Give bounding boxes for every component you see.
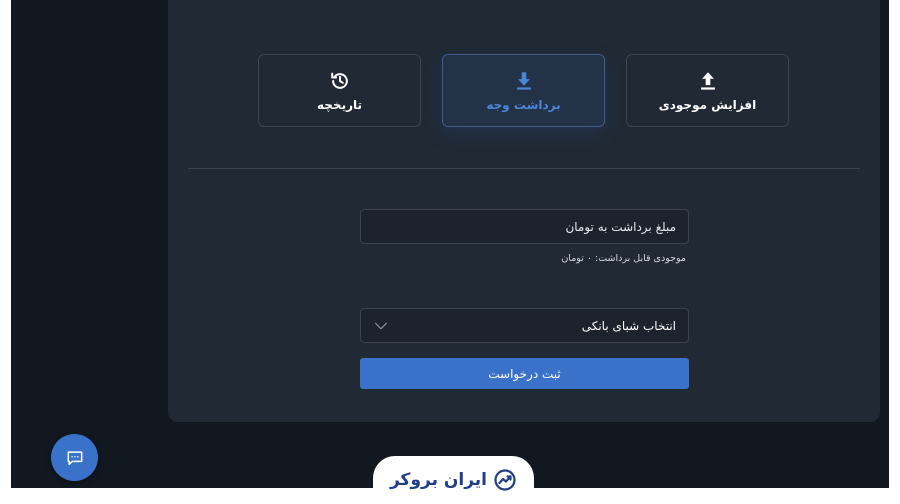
tab-history[interactable]: تاریخچه bbox=[258, 54, 421, 127]
tab-deposit[interactable]: افزایش موجودی bbox=[626, 54, 789, 127]
sheba-select[interactable]: انتخاب شبای بانکی bbox=[360, 308, 689, 343]
chevron-down-icon bbox=[375, 322, 387, 329]
wallet-card: تاریخچه برداشت وجه افزایش موجودی موجودی … bbox=[168, 0, 880, 422]
upload-icon bbox=[700, 71, 715, 90]
sheba-select-label: انتخاب شبای بانکی bbox=[581, 318, 676, 333]
amount-input[interactable] bbox=[361, 210, 688, 243]
trend-chart-icon bbox=[494, 469, 516, 491]
brand-name: ایران بروکر bbox=[389, 470, 488, 490]
amount-field[interactable] bbox=[360, 209, 689, 244]
app-page: تاریخچه برداشت وجه افزایش موجودی موجودی … bbox=[11, 0, 889, 488]
withdrawable-balance-hint: موجودی قابل برداشت: ۰ تومان bbox=[561, 253, 686, 264]
download-icon bbox=[516, 71, 531, 90]
tab-deposit-label: افزایش موجودی bbox=[658, 97, 757, 112]
brand-logo: ایران بروکر bbox=[373, 456, 534, 504]
tab-withdraw-label: برداشت وجه bbox=[486, 97, 561, 112]
tab-history-label: تاریخچه bbox=[317, 97, 362, 112]
chat-icon bbox=[67, 450, 82, 465]
submit-request-button[interactable]: ثبت درخواست bbox=[360, 358, 689, 389]
tab-withdraw[interactable]: برداشت وجه bbox=[442, 54, 605, 127]
chat-button[interactable] bbox=[51, 434, 98, 481]
history-icon bbox=[330, 72, 348, 89]
divider bbox=[188, 168, 860, 169]
